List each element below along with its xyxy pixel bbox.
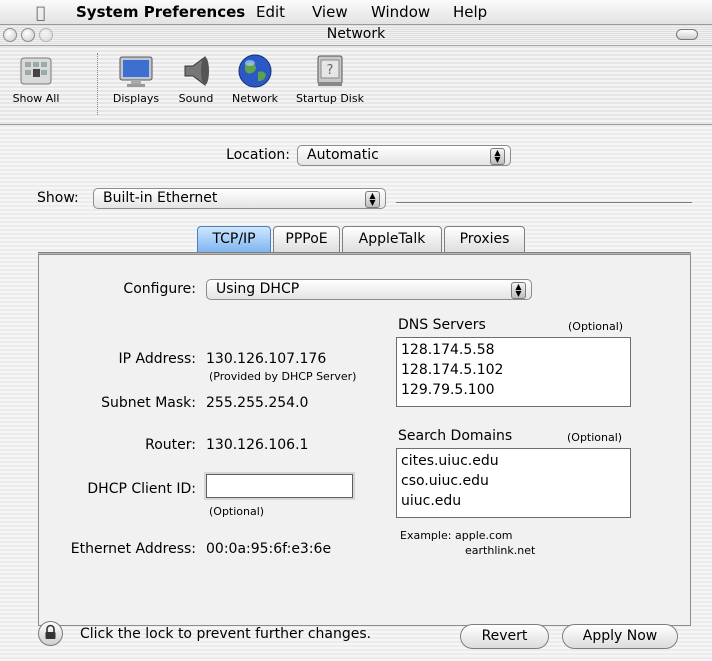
- tab-proxies[interactable]: Proxies: [444, 226, 525, 252]
- toolbar-startup-disk-label: Startup Disk: [296, 92, 364, 105]
- apple-menu-icon[interactable]: : [36, 3, 46, 22]
- popup-arrows-icon: ▲ ▼: [365, 191, 380, 208]
- ip-address-label: IP Address:: [118, 351, 197, 367]
- toolbar: Show All Displays Sound Network ? Startu…: [0, 46, 712, 125]
- title-bar[interactable]: Network: [0, 25, 712, 46]
- toolbar-show-all[interactable]: Show All: [6, 52, 66, 105]
- ethernet-address-value: 00:0a:95:6f:e3:6e: [206, 541, 332, 557]
- dns-servers-title: DNS Servers: [398, 317, 486, 333]
- toolbar-startup-disk[interactable]: ? Startup Disk: [290, 52, 370, 105]
- lock-message: Click the lock to prevent further change…: [80, 626, 372, 642]
- search-domain-entry: uiuc.edu: [401, 493, 462, 509]
- tcpip-panel: Configure: Using DHCP ▲ ▼ IP Address: 130…: [38, 254, 691, 626]
- svg-text:?: ?: [327, 63, 334, 78]
- ip-address-note: (Provided by DHCP Server): [209, 370, 357, 383]
- lock-icon: [45, 624, 56, 639]
- apply-now-button[interactable]: Apply Now: [562, 624, 678, 649]
- startup-disk-icon: ?: [317, 55, 343, 86]
- popup-arrows-icon: ▲ ▼: [490, 148, 505, 165]
- location-label: Location:: [226, 147, 290, 163]
- example-value: apple.com: [455, 529, 513, 542]
- displays-icon: [119, 56, 153, 87]
- configure-label: Configure:: [123, 281, 196, 297]
- example-label: Example:: [400, 529, 452, 542]
- menu-help[interactable]: Help: [453, 3, 487, 21]
- location-popup[interactable]: Automatic ▲ ▼: [297, 145, 511, 166]
- tab-tcpip[interactable]: TCP/IP: [197, 226, 271, 252]
- menu-view[interactable]: View: [312, 3, 348, 21]
- menu-window[interactable]: Window: [371, 3, 430, 21]
- location-value: Automatic: [307, 147, 379, 163]
- network-window: Network Show All Displays Sound Network …: [0, 25, 712, 661]
- toolbar-sound-label: Sound: [178, 92, 214, 105]
- toolbar-network-label: Network: [232, 92, 278, 105]
- sound-icon: [184, 56, 209, 86]
- example-value: earthlink.net: [465, 544, 536, 557]
- revert-button[interactable]: Revert: [460, 624, 549, 649]
- search-domain-entry: cso.uiuc.edu: [401, 473, 489, 489]
- search-domains-field[interactable]: cites.uiuc.edu cso.uiuc.edu uiuc.edu: [396, 448, 631, 518]
- toolbar-displays-label: Displays: [112, 92, 160, 105]
- toolbar-sound[interactable]: Sound: [174, 52, 218, 105]
- toolbar-toggle-button[interactable]: [676, 29, 698, 40]
- toolbar-displays[interactable]: Displays: [108, 52, 164, 105]
- search-domain-entry: cites.uiuc.edu: [401, 453, 499, 469]
- tab-appletalk[interactable]: AppleTalk: [342, 226, 442, 252]
- tab-pppoe[interactable]: PPPoE: [273, 226, 340, 252]
- dhcp-client-id-label: DHCP Client ID:: [87, 481, 196, 497]
- menu-bar:  System Preferences Edit View Window He…: [0, 0, 712, 25]
- menu-edit[interactable]: Edit: [256, 3, 285, 21]
- dhcp-client-id-field[interactable]: [206, 474, 353, 498]
- router-label: Router:: [145, 437, 196, 453]
- configure-popup[interactable]: Using DHCP ▲ ▼: [206, 279, 532, 300]
- subnet-mask-value: 255.255.254.0: [206, 395, 309, 411]
- dns-servers-field[interactable]: 128.174.5.58 128.174.5.102 129.79.5.100: [396, 337, 631, 407]
- dns-servers-optional: (Optional): [568, 320, 624, 333]
- popup-arrows-icon: ▲ ▼: [511, 282, 526, 299]
- network-globe-icon: [238, 54, 272, 88]
- dns-server-entry: 129.79.5.100: [401, 382, 495, 398]
- show-value: Built-in Ethernet: [103, 190, 218, 206]
- subnet-mask-label: Subnet Mask:: [101, 395, 196, 411]
- window-title: Network: [326, 26, 386, 42]
- router-value: 130.126.106.1: [206, 437, 309, 453]
- show-popup[interactable]: Built-in Ethernet ▲ ▼: [93, 188, 386, 209]
- toolbar-separator: [97, 53, 98, 115]
- dns-server-entry: 128.174.5.102: [401, 362, 504, 378]
- dhcp-client-id-note: (Optional): [209, 505, 265, 518]
- ip-address-value: 130.126.107.176: [206, 351, 327, 367]
- toolbar-network[interactable]: Network: [226, 52, 284, 105]
- toolbar-show-all-label: Show All: [12, 92, 60, 105]
- search-domains-title: Search Domains: [398, 428, 513, 444]
- show-all-icon: [20, 57, 52, 85]
- search-domains-optional: (Optional): [567, 431, 623, 444]
- ethernet-address-label: Ethernet Address:: [70, 541, 196, 557]
- show-label: Show:: [37, 190, 79, 206]
- dns-server-entry: 128.174.5.58: [401, 342, 495, 358]
- configure-value: Using DHCP: [216, 281, 300, 297]
- menu-app-name[interactable]: System Preferences: [76, 3, 245, 21]
- lock-button[interactable]: [38, 621, 63, 646]
- show-divider: [396, 202, 692, 203]
